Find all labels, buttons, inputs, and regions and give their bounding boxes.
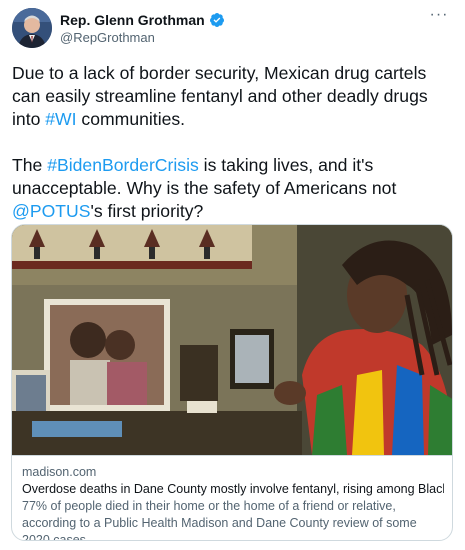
author-handle[interactable]: @RepGrothman [60, 30, 155, 45]
mention-potus[interactable]: @POTUS [12, 201, 90, 221]
tweet-body: Due to a lack of border security, Mexica… [12, 62, 458, 246]
tweet-text-segment: communities. [76, 109, 186, 129]
tweet-paragraph-1: Due to a lack of border security, Mexica… [12, 62, 458, 131]
link-preview-card[interactable]: madison.com Overdose deaths in Dane Coun… [11, 224, 453, 541]
tweet-text-segment: The [12, 155, 48, 175]
hashtag-bidenbordercrisis[interactable]: #BidenBorderCrisis [47, 155, 199, 175]
card-image[interactable] [12, 225, 452, 455]
tweet-text-segment: 's first priority? [90, 201, 204, 221]
tweet-paragraph-2: The #BidenBorderCrisis is taking lives, … [12, 154, 458, 223]
hashtag-wi[interactable]: #WI [45, 109, 76, 129]
more-options-icon[interactable]: ··· [427, 7, 451, 28]
verified-badge-icon [209, 12, 225, 28]
card-title[interactable]: Overdose deaths in Dane County mostly in… [22, 481, 444, 498]
card-description: 77% of people died in their home or the … [22, 499, 417, 541]
avatar[interactable] [12, 8, 52, 48]
tweet-header: Rep. Glenn Grothman @RepGrothman ··· [12, 7, 453, 50]
card-domain: madison.com [22, 465, 97, 479]
card-info[interactable]: madison.com Overdose deaths in Dane Coun… [12, 455, 452, 541]
author-name-row[interactable]: Rep. Glenn Grothman [60, 11, 225, 29]
author-name[interactable]: Rep. Glenn Grothman [60, 12, 205, 28]
